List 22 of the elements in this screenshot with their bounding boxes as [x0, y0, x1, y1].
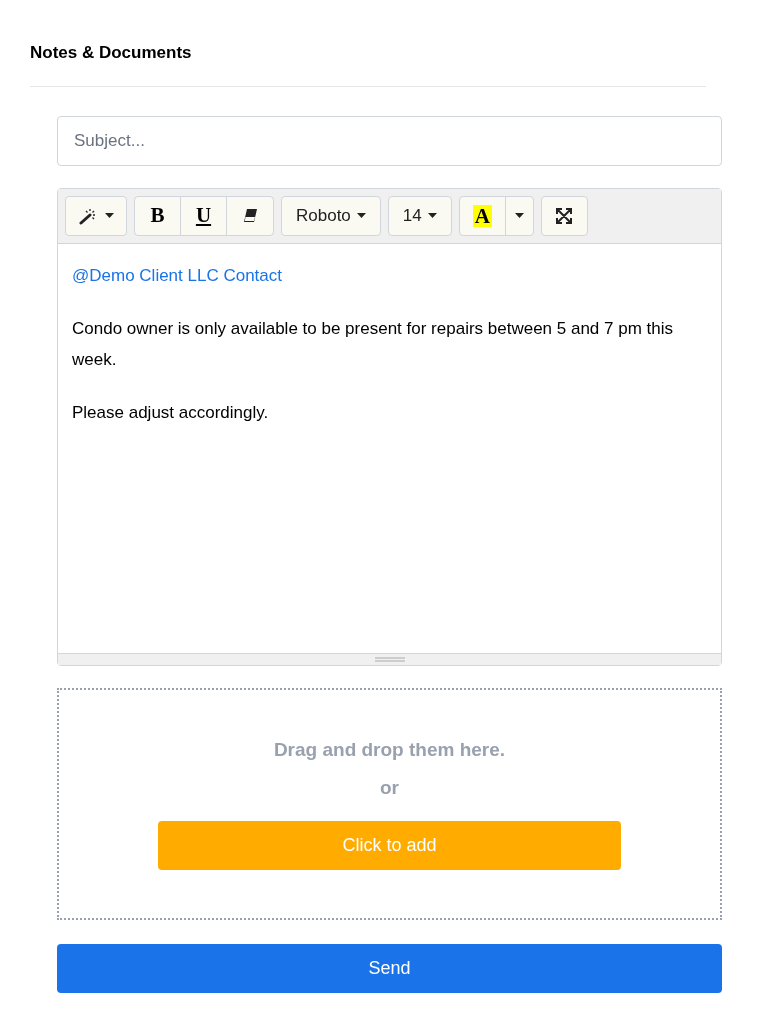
caret-icon	[514, 213, 524, 218]
fullscreen-icon	[556, 207, 573, 224]
size-dropdown[interactable]: 14	[387, 195, 452, 236]
mention-link[interactable]: @Demo Client LLC Contact	[72, 259, 282, 291]
drop-message: Drag and drop them here.	[273, 737, 506, 762]
underline-button[interactable]: U	[181, 196, 227, 235]
note-paragraph: Please adjust accordingly.	[72, 401, 270, 424]
note-paragraph: Condo owner is only available to be present for repairs between 5 and 7 pm this week.	[72, 317, 675, 371]
resize-handle[interactable]	[58, 652, 721, 665]
section-title: Notes & Documents	[30, 42, 192, 64]
eraser-icon	[242, 208, 258, 223]
subject-field[interactable]: Subject...	[57, 115, 722, 166]
or-label: or	[380, 776, 399, 800]
font-dropdown[interactable]: Roboto	[281, 195, 381, 236]
caret-icon	[427, 213, 437, 218]
bold-button[interactable]: B	[135, 196, 181, 235]
grip-icon	[374, 656, 405, 662]
caret-icon	[104, 213, 114, 218]
send-button[interactable]: Send	[57, 943, 722, 993]
magic-wand-button[interactable]	[65, 195, 127, 236]
caret-icon	[356, 213, 366, 218]
fullscreen-button[interactable]	[540, 195, 588, 236]
